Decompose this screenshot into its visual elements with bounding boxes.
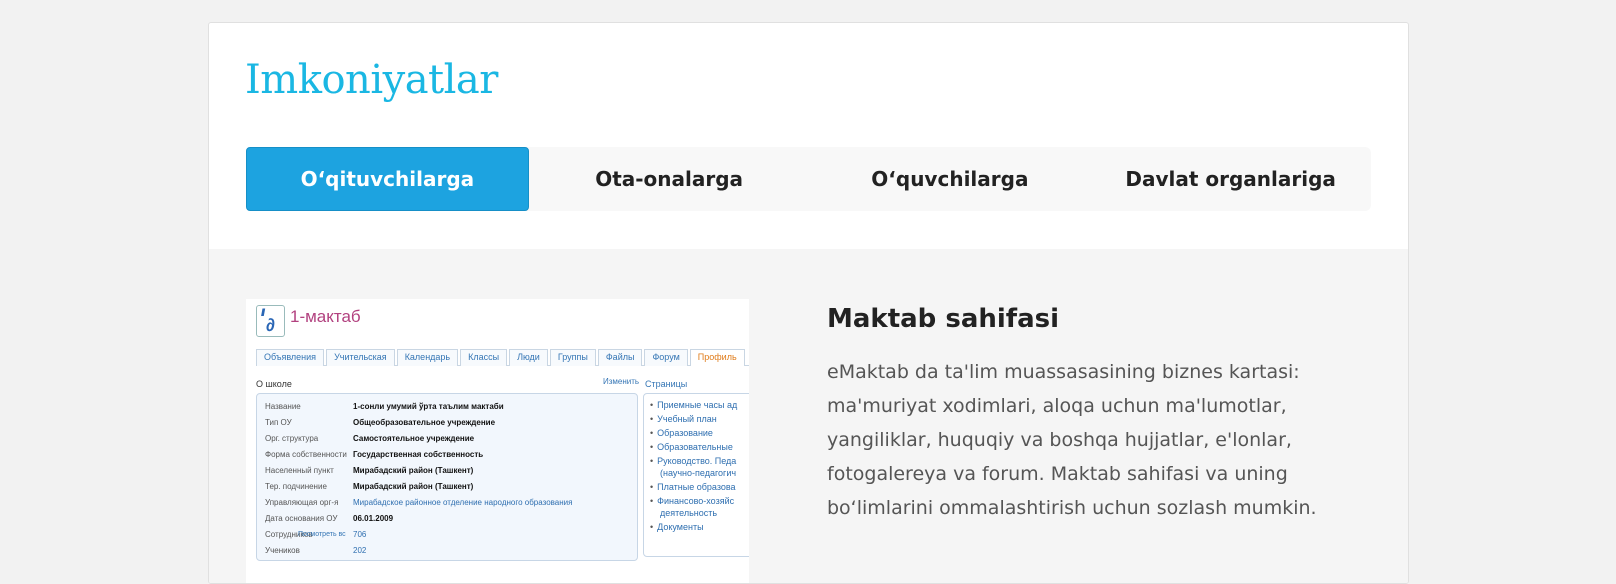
info-row: Тип ОУ Общеобразовательное учреждение	[265, 418, 496, 427]
section-title: Maktab sahifasi	[827, 304, 1060, 334]
info-row: Форма собственности Государственная собст…	[265, 450, 484, 459]
info-row: Управляющая орг-я Мирабадское районное от…	[265, 498, 573, 507]
page-link: • Учебный план	[650, 414, 717, 424]
section-description: eMaktab da ta'lim muassasasining biznes …	[827, 361, 1317, 519]
info-row: Учеников 202	[265, 546, 367, 555]
school-nav-item: Календарь	[396, 349, 459, 366]
page-link-cont: деятельность	[660, 508, 718, 518]
school-nav-item-active: Профиль	[689, 349, 745, 366]
school-name: 1-мактаб	[290, 307, 361, 326]
page-link: • Приемные часы ад	[650, 400, 738, 410]
school-nav-item: Файлы	[597, 349, 643, 366]
info-row: Название 1-сонли умумий ўрта таълим макта…	[265, 402, 504, 411]
info-row: Орг. структура Самостоятельное учреждение	[265, 434, 475, 443]
school-nav: Объявления Учительская Календарь Классы …	[256, 349, 749, 366]
tab-teachers[interactable]: O‘qituvchilarga	[246, 147, 529, 211]
school-nav-item: Объявления	[256, 349, 325, 366]
school-page-screenshot: /// ∂ 1-мактаб Объявления Учительская Ка…	[246, 299, 749, 583]
school-logo-icon: /// ∂	[256, 305, 285, 337]
school-nav-item: Учительская	[326, 349, 395, 366]
features-card: Imkoniyatlar O‘qituvchilarga Ota-onalarg…	[208, 22, 1409, 584]
school-nav-item: Классы	[460, 349, 508, 366]
tab-government[interactable]: Davlat organlariga	[1090, 147, 1371, 211]
tab-parents[interactable]: Ota-onalarga	[529, 147, 810, 211]
pages-box: • Приемные часы ад • Учебный план • Образов…	[643, 393, 749, 557]
info-row: Населенный пункт Мирабадский район (Ташке…	[265, 466, 474, 475]
page-link: • Образование	[650, 428, 713, 438]
tab-students[interactable]: O‘quvchilarga	[810, 147, 1091, 211]
pages-heading: Страницы	[645, 379, 688, 389]
page-link: • Руководство. Педа	[650, 456, 737, 466]
page-link: • Финансово-хозяйс	[650, 496, 735, 506]
page-link: • Платные образова	[650, 482, 736, 492]
edit-link: Изменить	[603, 377, 640, 386]
page-title: Imkoniyatlar	[245, 57, 498, 103]
info-row: Дата основания ОУ 06.01.2009	[265, 514, 394, 523]
feature-section: /// ∂ 1-мактаб Объявления Учительская Ка…	[209, 249, 1408, 583]
school-nav-item: Люди	[509, 349, 548, 366]
school-nav-item: Группы	[549, 349, 596, 366]
about-heading: О школе	[256, 379, 292, 389]
view-all-link: Посмотреть вс	[298, 531, 346, 538]
info-row: Тер. подчинение Мирабадский район (Ташкен…	[265, 482, 474, 491]
page-link: • Документы	[650, 522, 704, 532]
audience-tabs: O‘qituvchilarga Ota-onalarga O‘quvchilar…	[246, 147, 1371, 211]
school-nav-item: Форум	[644, 349, 688, 366]
page-link: • Образовательные	[650, 442, 733, 452]
page-link-cont: (научно-педагогич	[660, 468, 737, 478]
